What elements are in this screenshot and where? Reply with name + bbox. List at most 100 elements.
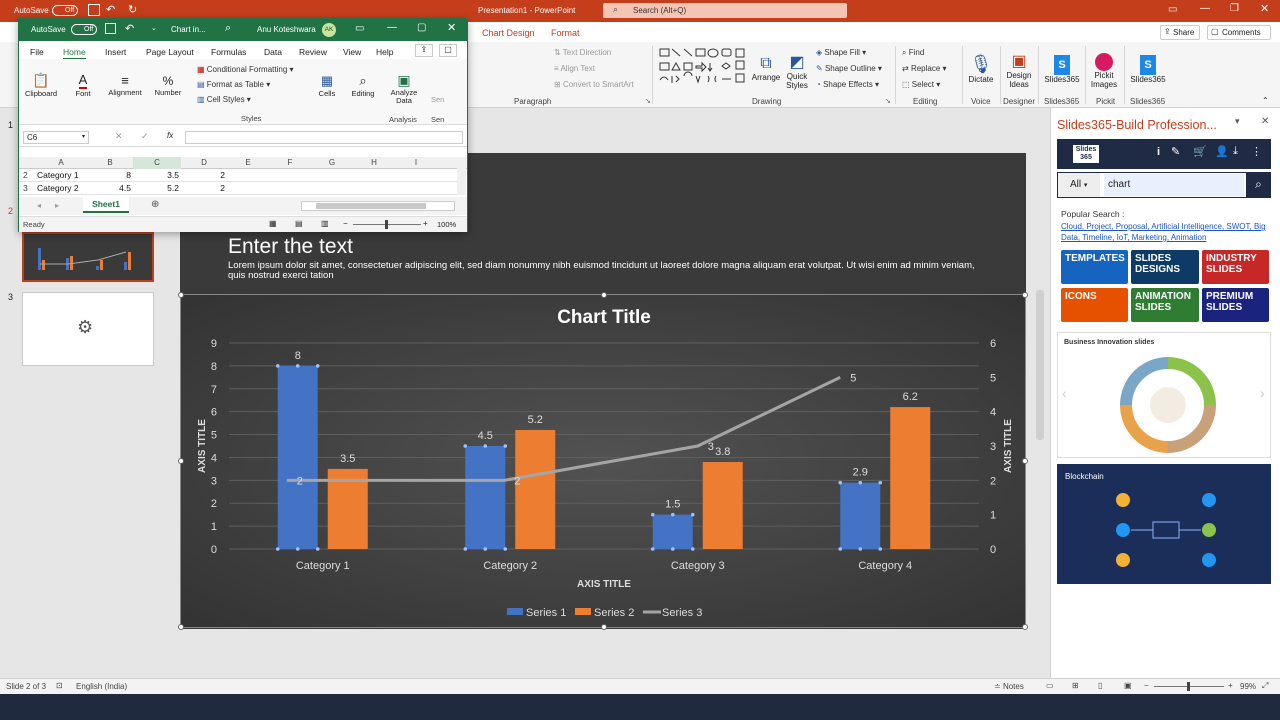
cell-d2[interactable]: 2 xyxy=(181,169,225,182)
normal-view-icon[interactable]: ▦ xyxy=(269,219,277,228)
reading-view-icon[interactable]: ▯ xyxy=(1098,681,1102,690)
tab-chart-design[interactable]: Chart Design xyxy=(482,28,535,38)
comments-button[interactable]: ▢ Comments xyxy=(1207,25,1271,40)
slide-thumbnail-3[interactable]: ⚙ xyxy=(22,292,154,366)
row-header[interactable]: 3 xyxy=(23,182,28,195)
excel-minimize-icon[interactable]: — xyxy=(387,22,397,33)
resize-handle[interactable] xyxy=(601,624,607,630)
sensitivity-button[interactable]: Sen xyxy=(431,95,444,104)
info-icon[interactable]: i xyxy=(1157,146,1160,158)
excel-tab-insert[interactable]: Insert xyxy=(105,47,126,57)
excel-tab-view[interactable]: View xyxy=(343,47,361,57)
user-icon[interactable]: 👤 xyxy=(1215,145,1229,158)
addin-search-button[interactable]: ⌕ xyxy=(1246,173,1271,197)
excel-zoom-level[interactable]: 100% xyxy=(437,220,456,229)
download-icon[interactable]: ⤓ xyxy=(1233,145,1238,158)
enter-icon[interactable]: ✓ xyxy=(141,131,149,142)
editing-button[interactable]: ⌕ Editing xyxy=(347,63,379,107)
more-icon[interactable]: ⋮ xyxy=(1251,145,1262,158)
excel-ribbon-display-icon[interactable]: ▭ xyxy=(355,23,364,34)
tile-templates[interactable]: TEMPLATES xyxy=(1061,250,1128,284)
page-break-icon[interactable]: ▥ xyxy=(321,219,329,228)
text-direction-button[interactable]: ⇅ Text Direction xyxy=(554,48,611,57)
column-header[interactable]: D xyxy=(181,157,227,169)
share-button[interactable]: ⇪ Share xyxy=(1160,25,1200,40)
cart-icon[interactable]: 🛒 xyxy=(1193,145,1207,158)
template-preview-business-innovation[interactable]: Business Innovation slides ‹ › xyxy=(1057,332,1271,458)
select-button[interactable]: ⬚ Select ▾ xyxy=(902,80,940,89)
chart-area[interactable]: Chart Title 0 1 2 3 4 5 6 7 8 9 0 1 2 3 4 5 6 AXIS TITLE AX… xyxy=(178,292,1028,630)
page-layout-icon[interactable]: ▤ xyxy=(295,219,303,228)
cell-a3[interactable]: Category 2 xyxy=(37,182,79,195)
cell-d3[interactable]: 2 xyxy=(181,182,225,195)
excel-autosave-toggle[interactable]: Off xyxy=(71,24,97,35)
excel-tab-review[interactable]: Review xyxy=(299,47,327,57)
row-header[interactable]: 2 xyxy=(23,169,28,182)
font-button[interactable]: A Font xyxy=(69,63,97,107)
resize-handle[interactable] xyxy=(1022,292,1028,298)
formula-input[interactable] xyxy=(185,131,463,144)
slide-thumbnail-2[interactable] xyxy=(22,232,154,282)
save-icon[interactable] xyxy=(88,4,100,16)
shape-fill-button[interactable]: ◈ Shape Fill ▾ xyxy=(816,48,866,57)
excel-window[interactable]: AutoSave Off ↶ ⌄ Chart in... ⌕ Anu Kotes… xyxy=(18,18,468,232)
search-box[interactable]: ⌕ Search (Alt+Q) xyxy=(603,3,847,18)
cell-c2[interactable]: 3.5 xyxy=(133,169,179,182)
edit-icon[interactable]: ✎ xyxy=(1171,145,1180,158)
collapse-ribbon-icon[interactable]: ⌃ xyxy=(1262,96,1269,105)
close-icon[interactable]: ✕ xyxy=(1260,2,1269,15)
name-box[interactable]: C6 ▾ xyxy=(23,131,89,144)
redo-icon[interactable]: ↻ xyxy=(128,3,137,16)
notes-button[interactable]: ≐ Notes xyxy=(994,682,1024,691)
shapes-gallery[interactable] xyxy=(658,46,748,92)
resize-handle[interactable] xyxy=(178,624,184,630)
excel-tab-file[interactable]: File xyxy=(30,47,44,57)
autosave-toggle[interactable]: Off xyxy=(52,5,78,16)
filter-select[interactable]: All ▾ xyxy=(1058,173,1100,197)
chevron-right-icon[interactable]: › xyxy=(1260,385,1265,401)
chevron-left-icon[interactable]: ‹ xyxy=(1062,385,1067,401)
slides365b-button[interactable]: S Slides365 xyxy=(1128,46,1168,92)
tab-format[interactable]: Format xyxy=(551,28,580,38)
excel-tab-help[interactable]: Help xyxy=(376,47,393,57)
resize-handle[interactable] xyxy=(178,292,184,298)
cell-b3[interactable]: 4.5 xyxy=(87,182,131,195)
shape-effects-button[interactable]: ◔ Shape Effects ▾ xyxy=(816,80,879,89)
dictate-button[interactable]: 🎙 Dictate xyxy=(966,46,996,92)
drawing-launcher-icon[interactable]: ↘ xyxy=(885,97,891,105)
tile-premium-slides[interactable]: PREMIUM SLIDES xyxy=(1202,288,1269,322)
slide-body-text[interactable]: Lorem ipsum dolor sit amet, consectetuer… xyxy=(228,261,978,281)
template-preview-blockchain[interactable]: Blockchain xyxy=(1057,464,1271,584)
addin-search-input[interactable]: chart xyxy=(1104,174,1244,196)
horizontal-scrollbar[interactable] xyxy=(301,201,455,211)
zoom-in-icon[interactable]: + xyxy=(1228,681,1233,690)
arrange-button[interactable]: ⧉ Arrange xyxy=(752,46,780,90)
fit-to-window-icon[interactable]: ⤢ xyxy=(1262,681,1268,691)
zoom-out-icon[interactable]: − xyxy=(1144,681,1149,690)
excel-close-icon[interactable]: ✕ xyxy=(447,21,456,34)
zoom-in-icon[interactable]: + xyxy=(423,219,428,228)
slide-vertical-scrollbar[interactable] xyxy=(1036,290,1044,440)
popular-search-links[interactable]: Cloud, Project, Proposal, Artificial Int… xyxy=(1061,221,1271,243)
pickit-button[interactable]: Pickit Images xyxy=(1088,46,1120,96)
shape-outline-button[interactable]: ✎ Shape Outline ▾ xyxy=(816,64,882,73)
slide-sorter-icon[interactable]: ⊞ xyxy=(1072,681,1079,690)
slideshow-icon[interactable]: ▣ xyxy=(1124,681,1132,690)
cell-a2[interactable]: Category 1 xyxy=(37,169,79,182)
undo-icon[interactable]: ↶ xyxy=(106,3,115,16)
excel-more-icon[interactable]: ⌄ xyxy=(151,24,157,32)
excel-save-icon[interactable] xyxy=(105,23,116,34)
sheet-next-icon[interactable]: ▸ xyxy=(55,201,59,210)
avatar[interactable]: AK xyxy=(322,23,336,37)
sheet-tab[interactable]: Sheet1 xyxy=(83,197,129,213)
excel-tab-formulas[interactable]: Formulas xyxy=(211,47,246,57)
normal-view-icon[interactable]: ▭ xyxy=(1046,681,1054,690)
slides365-button[interactable]: S Slides365 xyxy=(1042,46,1082,92)
convert-smartart-button[interactable]: ⊞ Convert to SmartArt xyxy=(554,80,634,89)
language-label[interactable]: English (India) xyxy=(76,682,127,691)
excel-undo-icon[interactable]: ↶ xyxy=(125,22,134,35)
conditional-formatting-button[interactable]: ▦ Conditional Formatting ▾ xyxy=(197,65,294,74)
clipboard-button[interactable]: 📋 Clipboard xyxy=(25,63,57,107)
column-header[interactable]: F xyxy=(269,157,311,169)
slide-heading[interactable]: Enter the text xyxy=(228,235,353,259)
